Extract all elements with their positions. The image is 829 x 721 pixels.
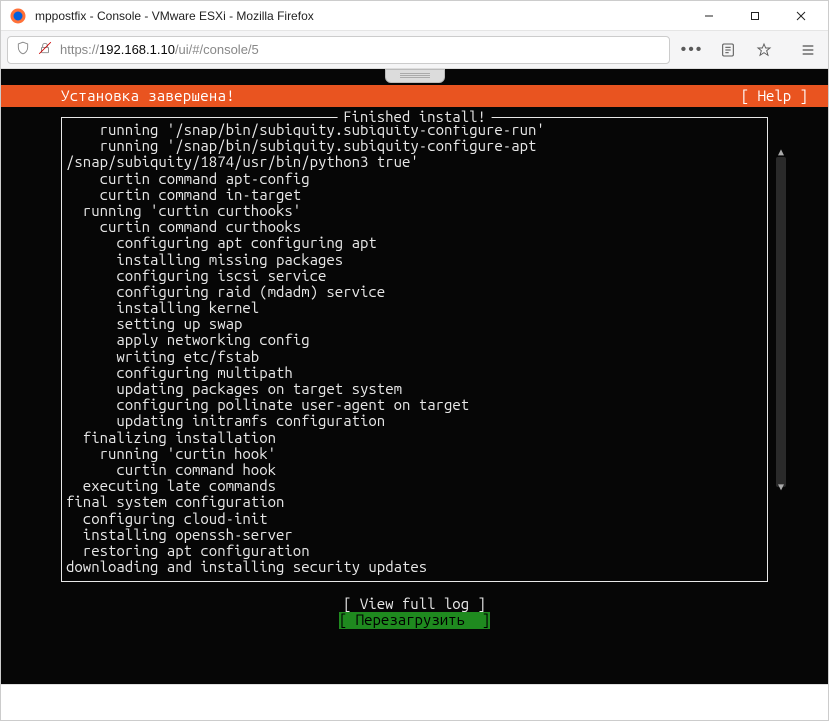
help-button[interactable]: [ Help ] (741, 88, 808, 104)
scrollbar-up-icon[interactable]: ▲ (778, 147, 784, 158)
firefox-icon (9, 7, 27, 25)
minimize-button[interactable] (686, 1, 732, 31)
install-log-content: running '/snap/bin/subiquity.subiquity-c… (66, 120, 763, 575)
bookmark-icon[interactable] (750, 36, 778, 64)
lock-icon (38, 41, 52, 58)
more-icon[interactable]: ••• (678, 36, 706, 64)
shield-icon (16, 41, 30, 58)
installer-options: [ View full log ] [ Перезагрузить ] (61, 596, 768, 628)
browser-statusbar-area (1, 684, 828, 720)
scrollbar-thumb[interactable] (776, 157, 786, 487)
scrollbar-down-icon[interactable]: ▼ (778, 482, 784, 493)
install-log-box: Finished install! running '/snap/bin/sub… (61, 117, 768, 582)
url-protocol: https:// (60, 42, 99, 57)
reboot-option[interactable]: [ Перезагрузить ] (339, 612, 490, 628)
reader-mode-icon[interactable] (714, 36, 742, 64)
view-full-log-option[interactable]: [ View full log ] (343, 596, 486, 612)
installer-status-text: Установка завершена! (61, 88, 235, 104)
pull-tab-handle[interactable] (385, 69, 445, 83)
window-titlebar: mppostfix - Console - VMware ESXi - Mozi… (1, 1, 828, 31)
window-title: mppostfix - Console - VMware ESXi - Mozi… (35, 9, 686, 23)
hamburger-menu-icon[interactable] (794, 36, 822, 64)
installer-header: Установка завершена! [ Help ] (1, 85, 828, 107)
address-bar: https://192.168.1.10/ui/#/console/5 ••• (1, 31, 828, 69)
url-host: 192.168.1.10 (99, 42, 175, 57)
url-path: /ui/#/console/5 (175, 42, 259, 57)
close-button[interactable] (778, 1, 824, 31)
url-field[interactable]: https://192.168.1.10/ui/#/console/5 (7, 36, 670, 64)
maximize-button[interactable] (732, 1, 778, 31)
console-area: Установка завершена! [ Help ] Finished i… (1, 69, 828, 684)
install-log-title: Finished install! (337, 109, 492, 125)
